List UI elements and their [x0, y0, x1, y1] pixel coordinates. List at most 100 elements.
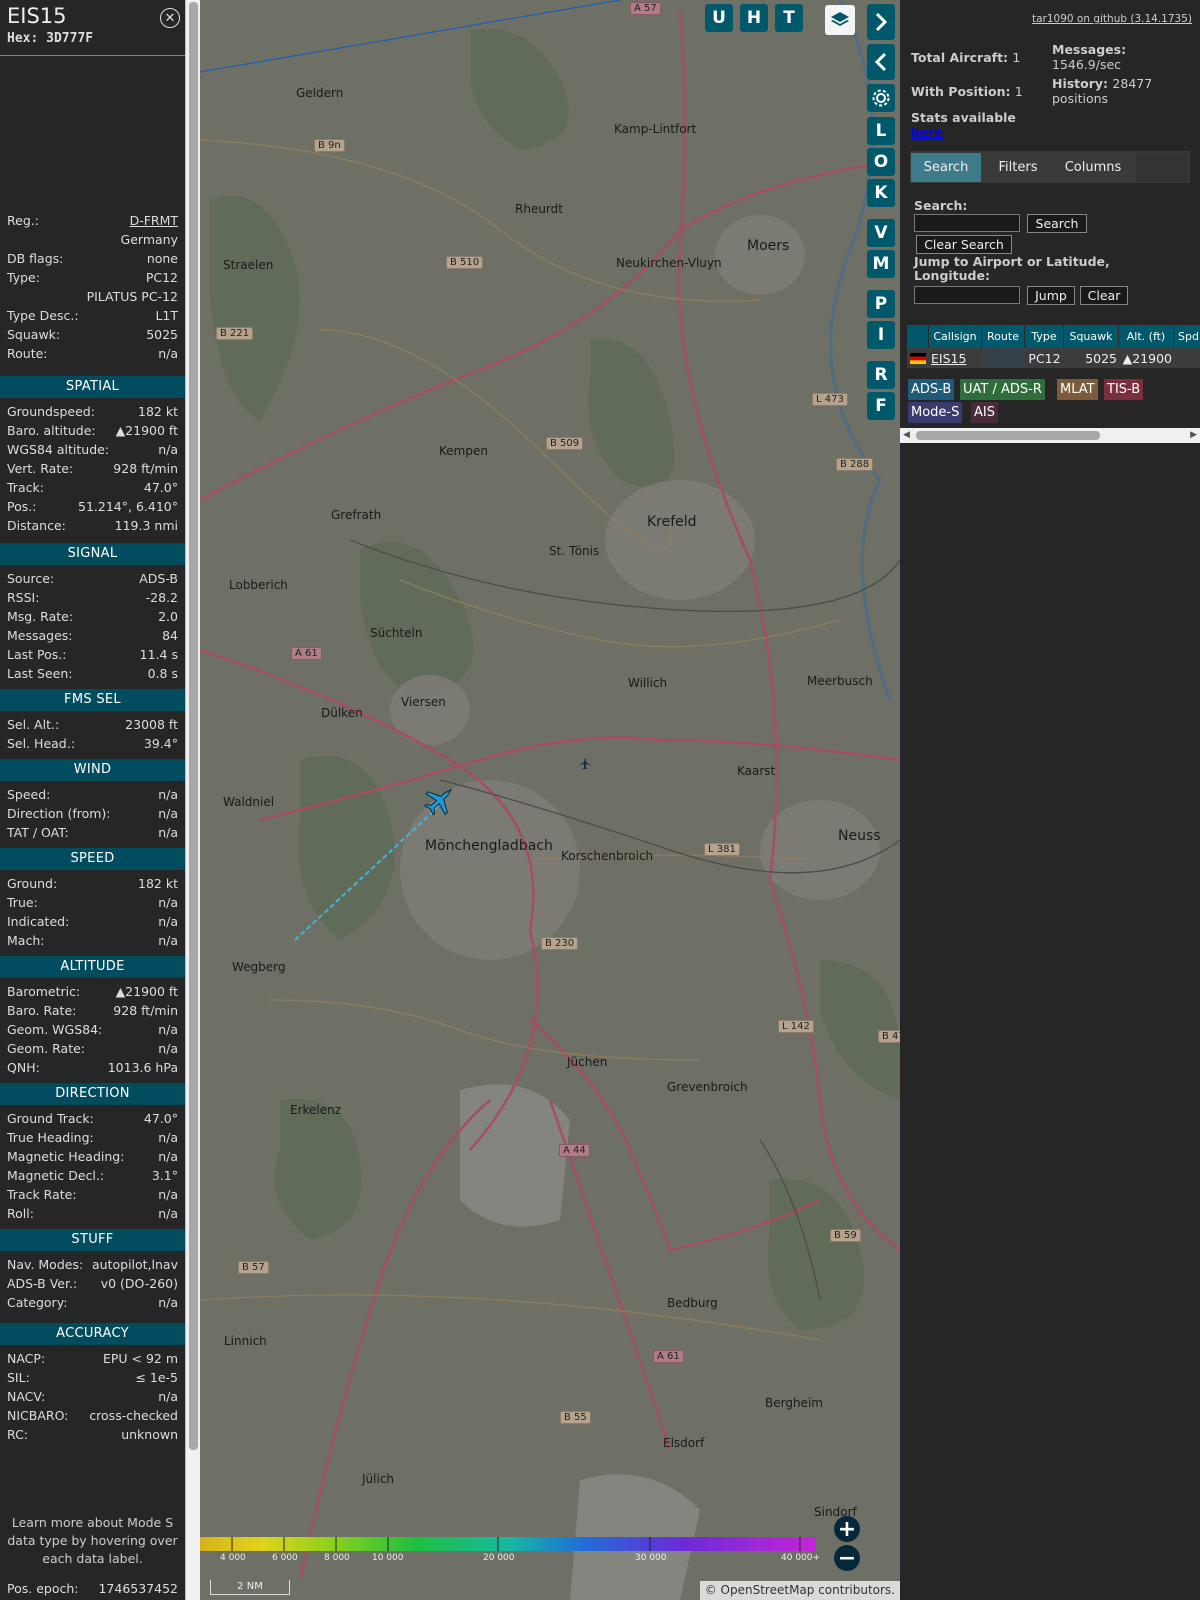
tab-search[interactable]: Search	[911, 153, 981, 182]
info-scrollbar[interactable]	[185, 0, 200, 1600]
map-button-r[interactable]: R	[867, 361, 895, 389]
info-label[interactable]: WGS84 altitude:	[7, 442, 109, 457]
registration-link[interactable]: D-FRMT	[130, 213, 178, 228]
info-label[interactable]: Ground Track:	[7, 1111, 94, 1126]
info-label[interactable]: True:	[7, 895, 38, 910]
column-type[interactable]: Type	[1025, 325, 1064, 348]
map-button-m[interactable]: M	[867, 250, 895, 278]
info-label[interactable]: Msg. Rate:	[7, 609, 73, 624]
map-attribution[interactable]: © OpenStreetMap contributors.	[699, 1581, 900, 1600]
info-label[interactable]: Distance:	[7, 518, 66, 533]
column-altitude[interactable]: Alt. (ft)	[1119, 325, 1174, 348]
info-value: 1013.6 hPa	[107, 1060, 178, 1075]
info-label[interactable]: Barometric:	[7, 984, 80, 999]
info-label[interactable]: Indicated:	[7, 914, 69, 929]
info-label[interactable]: RSSI:	[7, 590, 39, 605]
map-button-f[interactable]: F	[867, 392, 895, 420]
info-label[interactable]: NACV:	[7, 1389, 45, 1404]
map-button-l[interactable]: L	[867, 117, 895, 145]
close-icon[interactable]: ✕	[160, 8, 180, 28]
column-speed[interactable]: Spd	[1174, 325, 1200, 348]
map-button-t[interactable]: T	[775, 4, 803, 32]
info-label[interactable]: NICBARO:	[7, 1408, 68, 1423]
info-label[interactable]: Vert. Rate:	[7, 461, 73, 476]
tab-columns[interactable]: Columns	[1053, 153, 1133, 182]
source-modes[interactable]: Mode-S	[908, 402, 963, 423]
info-label[interactable]: Nav. Modes:	[7, 1257, 83, 1272]
info-label[interactable]: Ground:	[7, 876, 57, 891]
info-label[interactable]: Roll:	[7, 1206, 34, 1221]
search-input[interactable]	[914, 214, 1020, 232]
info-label[interactable]: Pos.:	[7, 499, 36, 514]
map-button-k[interactable]: K	[867, 179, 895, 207]
info-label[interactable]: RC:	[7, 1427, 28, 1442]
map-button-i[interactable]: I	[867, 321, 895, 349]
info-label[interactable]: SIL:	[7, 1370, 30, 1385]
info-label[interactable]: QNH:	[7, 1060, 40, 1075]
zoom-out-button[interactable]: −	[834, 1545, 860, 1571]
search-button[interactable]: Search	[1027, 214, 1087, 233]
row-callsign[interactable]: EIS15	[929, 348, 982, 368]
zoom-in-button[interactable]: +	[834, 1516, 860, 1542]
source-ais[interactable]: AIS	[971, 402, 998, 423]
section-header-speed: SPEED	[0, 848, 185, 870]
info-label[interactable]: ADS-B Ver.:	[7, 1276, 77, 1291]
info-label[interactable]: Magnetic Heading:	[7, 1149, 124, 1164]
place-label: Jüchen	[567, 1055, 608, 1069]
gear-icon[interactable]	[867, 84, 895, 112]
info-label[interactable]: Mach:	[7, 933, 44, 948]
source-uat[interactable]: UAT / ADS-R	[960, 379, 1045, 400]
source-tisb[interactable]: TIS-B	[1104, 379, 1144, 400]
clear-search-button[interactable]: Clear Search	[916, 235, 1012, 254]
jump-input[interactable]	[914, 286, 1020, 304]
info-label[interactable]: Speed:	[7, 787, 50, 802]
github-link[interactable]: tar1090 on github (3.14.1735)	[1032, 13, 1192, 25]
info-label[interactable]: Magnetic Decl.:	[7, 1168, 104, 1183]
info-label[interactable]: Track Rate:	[7, 1187, 77, 1202]
info-label[interactable]: Groundspeed:	[7, 404, 95, 419]
info-row: Last Seen: 0.8 s	[0, 665, 185, 684]
place-label: Meerbusch	[807, 674, 873, 688]
callsign-title: EIS15	[7, 4, 67, 28]
info-label[interactable]: Direction (from):	[7, 806, 111, 821]
scale-tick: 4 000	[220, 1553, 246, 1563]
column-callsign[interactable]: Callsign	[929, 325, 982, 348]
info-label[interactable]: TAT / OAT:	[7, 825, 69, 840]
info-label[interactable]: Track:	[7, 480, 44, 495]
source-adsb[interactable]: ADS-B	[908, 379, 955, 400]
info-label[interactable]: Sel. Head.:	[7, 736, 75, 751]
info-row: Messages: 84	[0, 627, 185, 646]
info-label[interactable]: Sel. Alt.:	[7, 717, 59, 732]
info-label[interactable]: Messages:	[7, 628, 73, 643]
info-label[interactable]: Geom. Rate:	[7, 1041, 85, 1056]
info-label[interactable]: Baro. Rate:	[7, 1003, 76, 1018]
info-label[interactable]: Last Pos.:	[7, 647, 66, 662]
column-route[interactable]: Route	[982, 325, 1025, 348]
messages-label: Messages:	[1052, 42, 1127, 57]
info-label[interactable]: True Heading:	[7, 1130, 94, 1145]
chevron-left-icon[interactable]	[867, 44, 895, 80]
tab-filters[interactable]: Filters	[986, 153, 1050, 182]
jump-button[interactable]: Jump	[1027, 286, 1075, 305]
info-label[interactable]: Baro. altitude:	[7, 423, 96, 438]
map-view[interactable]: Geldern Kamp-Lintfort Rheurdt Moers Neuk…	[200, 0, 900, 1600]
layers-icon[interactable]	[825, 5, 855, 35]
clear-button[interactable]: Clear	[1080, 286, 1128, 305]
info-label[interactable]: Last Seen:	[7, 666, 72, 681]
table-scrollbar[interactable]: ◀ ▶	[900, 428, 1200, 443]
chevron-right-icon[interactable]	[867, 4, 895, 40]
stats-link[interactable]: here	[911, 125, 943, 140]
column-squawk[interactable]: Squawk	[1064, 325, 1119, 348]
info-label[interactable]: Geom. WGS84:	[7, 1022, 102, 1037]
map-button-u[interactable]: U	[705, 4, 733, 32]
map-button-o[interactable]: O	[867, 148, 895, 176]
info-label[interactable]: Category:	[7, 1295, 67, 1310]
info-label[interactable]: NACP:	[7, 1351, 45, 1366]
map-button-p[interactable]: P	[867, 290, 895, 318]
info-label[interactable]: Source:	[7, 571, 54, 586]
selected-aircraft-icon[interactable]	[423, 783, 457, 817]
map-button-h[interactable]: H	[740, 4, 768, 32]
info-value: L1T	[155, 308, 178, 323]
source-mlat[interactable]: MLAT	[1057, 379, 1098, 400]
map-button-v[interactable]: V	[867, 219, 895, 247]
